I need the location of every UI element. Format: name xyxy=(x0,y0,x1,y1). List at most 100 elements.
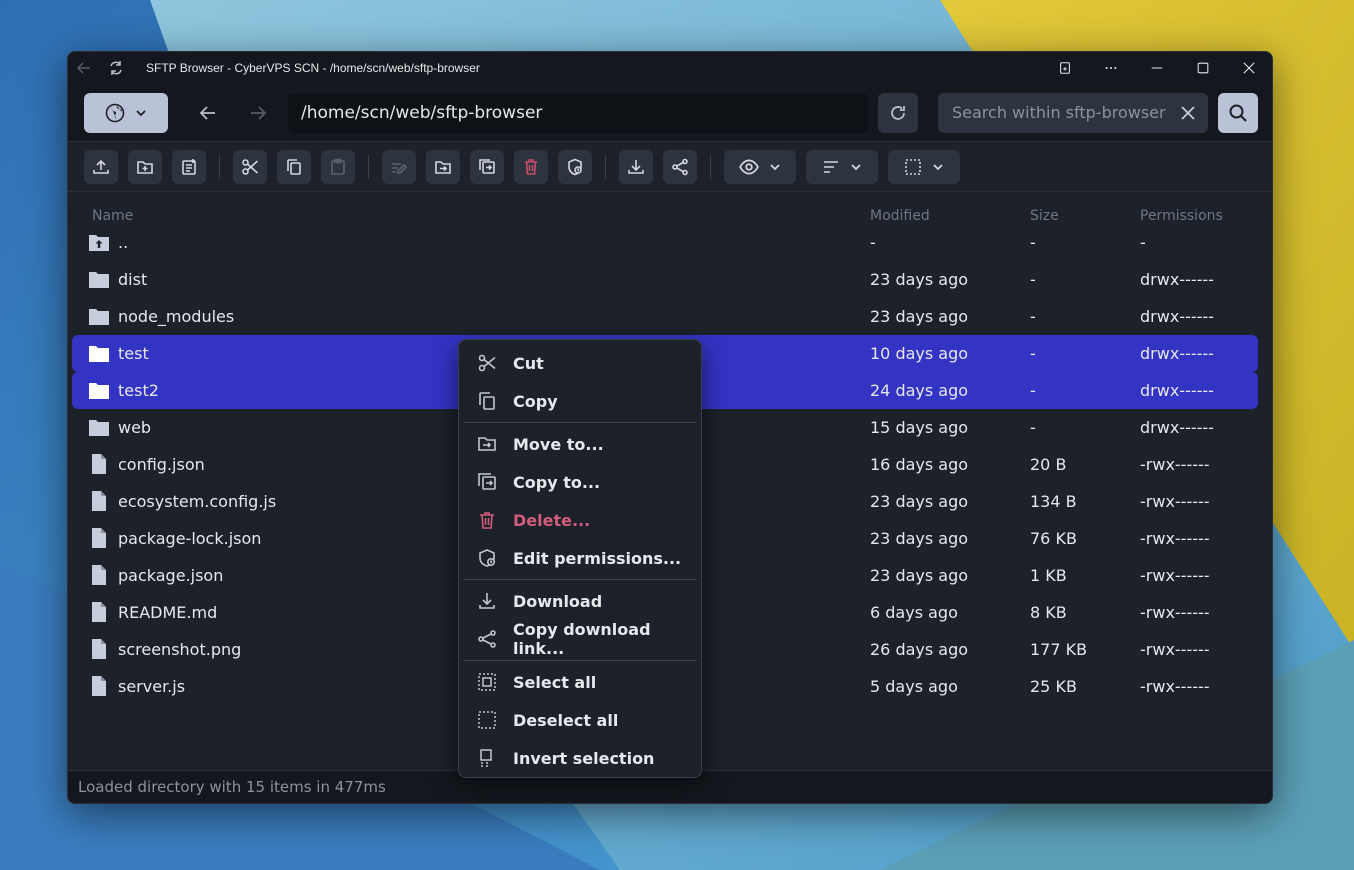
new-folder-button[interactable] xyxy=(128,149,162,184)
cast-icon[interactable] xyxy=(1042,52,1088,84)
menu-item-delete[interactable]: Delete... xyxy=(459,501,701,539)
folder-icon xyxy=(88,269,110,289)
close-button[interactable] xyxy=(1226,52,1272,84)
menu-item-cut[interactable]: Cut xyxy=(459,344,701,382)
edit-permissions-button[interactable] xyxy=(558,149,592,184)
file-size: 134 B xyxy=(1030,492,1077,511)
upload-button[interactable] xyxy=(84,149,118,184)
folder-icon xyxy=(88,306,110,326)
file-size: - xyxy=(1030,307,1036,326)
toolbar-divider xyxy=(710,154,711,179)
maximize-button[interactable] xyxy=(1180,52,1226,84)
move-to-button[interactable] xyxy=(426,149,460,184)
connection-menu-button[interactable] xyxy=(84,92,168,133)
menu-item-select-all[interactable]: Select all xyxy=(459,663,701,701)
file-name: test xyxy=(118,344,149,363)
file-size: - xyxy=(1030,344,1036,363)
move-icon xyxy=(478,437,496,451)
search-button[interactable] xyxy=(1218,92,1258,133)
file-icon xyxy=(88,491,110,511)
column-permissions[interactable]: Permissions xyxy=(1140,208,1223,224)
file-permissions: - xyxy=(1140,233,1146,252)
file-modified: 23 days ago xyxy=(870,566,969,585)
menu-item-download[interactable]: Download xyxy=(459,582,701,620)
file-modified: 23 days ago xyxy=(870,529,969,548)
column-size[interactable]: Size xyxy=(1030,208,1059,224)
download-button[interactable] xyxy=(619,149,653,184)
copy-icon xyxy=(479,392,495,410)
menu-item-copy-to[interactable]: Copy to... xyxy=(459,463,701,501)
search-container xyxy=(938,92,1208,133)
file-row[interactable]: node_modules 23 days ago - drwx------ xyxy=(72,298,1258,335)
file-icon xyxy=(88,528,110,548)
download-icon xyxy=(479,593,495,609)
file-name: config.json xyxy=(118,455,205,474)
file-size: 8 KB xyxy=(1030,603,1067,622)
share-icon xyxy=(672,158,688,175)
selection-dropdown[interactable] xyxy=(888,149,960,184)
new-file-button[interactable] xyxy=(172,149,206,184)
copy-to-button[interactable] xyxy=(470,149,504,184)
file-row[interactable]: .. - - - xyxy=(72,224,1258,261)
file-modified: 23 days ago xyxy=(870,492,969,511)
file-icon xyxy=(88,565,110,585)
file-size: - xyxy=(1030,418,1036,437)
copy-to-icon xyxy=(479,158,495,174)
menu-item-label: Deselect all xyxy=(513,710,619,730)
shield-icon xyxy=(479,549,496,567)
view-options-dropdown[interactable] xyxy=(724,149,796,184)
search-input[interactable] xyxy=(952,103,1166,122)
file-row[interactable]: dist 23 days ago - drwx------ xyxy=(72,261,1258,298)
more-options-icon[interactable] xyxy=(1088,52,1134,84)
paste-button[interactable] xyxy=(321,149,355,184)
file-name: web xyxy=(118,418,152,437)
menu-item-label: Edit permissions... xyxy=(513,548,682,568)
file-name: ecosystem.config.js xyxy=(118,492,277,511)
cut-button[interactable] xyxy=(233,149,267,184)
menu-item-copy[interactable]: Copy xyxy=(459,382,701,420)
file-size: - xyxy=(1030,270,1036,289)
path-input[interactable]: /home/scn/web/sftp-browser xyxy=(288,92,868,133)
file-size: 20 B xyxy=(1030,455,1067,474)
column-modified[interactable]: Modified xyxy=(870,208,930,224)
file-modified: 6 days ago xyxy=(870,603,958,622)
copy-to-icon xyxy=(478,473,496,490)
menu-item-label: Move to... xyxy=(513,434,604,454)
toolbar-divider xyxy=(219,154,220,179)
menu-item-label: Download xyxy=(513,591,603,611)
menu-item-copy-download-link[interactable]: Copy download link... xyxy=(459,620,701,658)
upload-icon xyxy=(93,159,109,174)
file-name: package.json xyxy=(118,566,224,585)
file-name: node_modules xyxy=(118,307,235,326)
menu-item-label: Copy xyxy=(513,391,558,411)
menu-item-deselect-all[interactable]: Deselect all xyxy=(459,701,701,739)
chevron-down-icon xyxy=(851,163,861,170)
copy-button[interactable] xyxy=(277,149,311,184)
share-button[interactable] xyxy=(663,149,697,184)
clear-search-icon[interactable] xyxy=(1178,103,1198,123)
new-folder-icon xyxy=(137,160,153,174)
refresh-button[interactable] xyxy=(878,92,918,133)
menu-item-invert-selection[interactable]: Invert selection xyxy=(459,739,701,777)
move-icon xyxy=(435,160,451,174)
minimize-button[interactable] xyxy=(1134,52,1180,84)
navigate-forward-button[interactable] xyxy=(238,93,278,133)
path-text: /home/scn/web/sftp-browser xyxy=(301,102,543,123)
file-modified: 10 days ago xyxy=(870,344,969,363)
select-all-icon xyxy=(478,673,496,691)
navigate-back-button[interactable] xyxy=(188,93,228,133)
delete-button[interactable] xyxy=(514,149,548,184)
sync-icon[interactable] xyxy=(100,52,132,84)
file-size: 25 KB xyxy=(1030,677,1077,696)
navigation-bar: /home/scn/web/sftp-browser xyxy=(68,84,1272,142)
column-name[interactable]: Name xyxy=(92,208,133,224)
back-arrow-icon[interactable] xyxy=(68,52,100,84)
file-name: .. xyxy=(118,233,129,252)
menu-item-edit-permissions[interactable]: Edit permissions... xyxy=(459,539,701,577)
file-modified: - xyxy=(870,233,876,252)
file-name: screenshot.png xyxy=(118,640,242,659)
rename-button[interactable] xyxy=(382,149,416,184)
menu-item-move-to[interactable]: Move to... xyxy=(459,425,701,463)
sort-dropdown[interactable] xyxy=(806,149,878,184)
file-permissions: drwx------ xyxy=(1140,307,1214,326)
